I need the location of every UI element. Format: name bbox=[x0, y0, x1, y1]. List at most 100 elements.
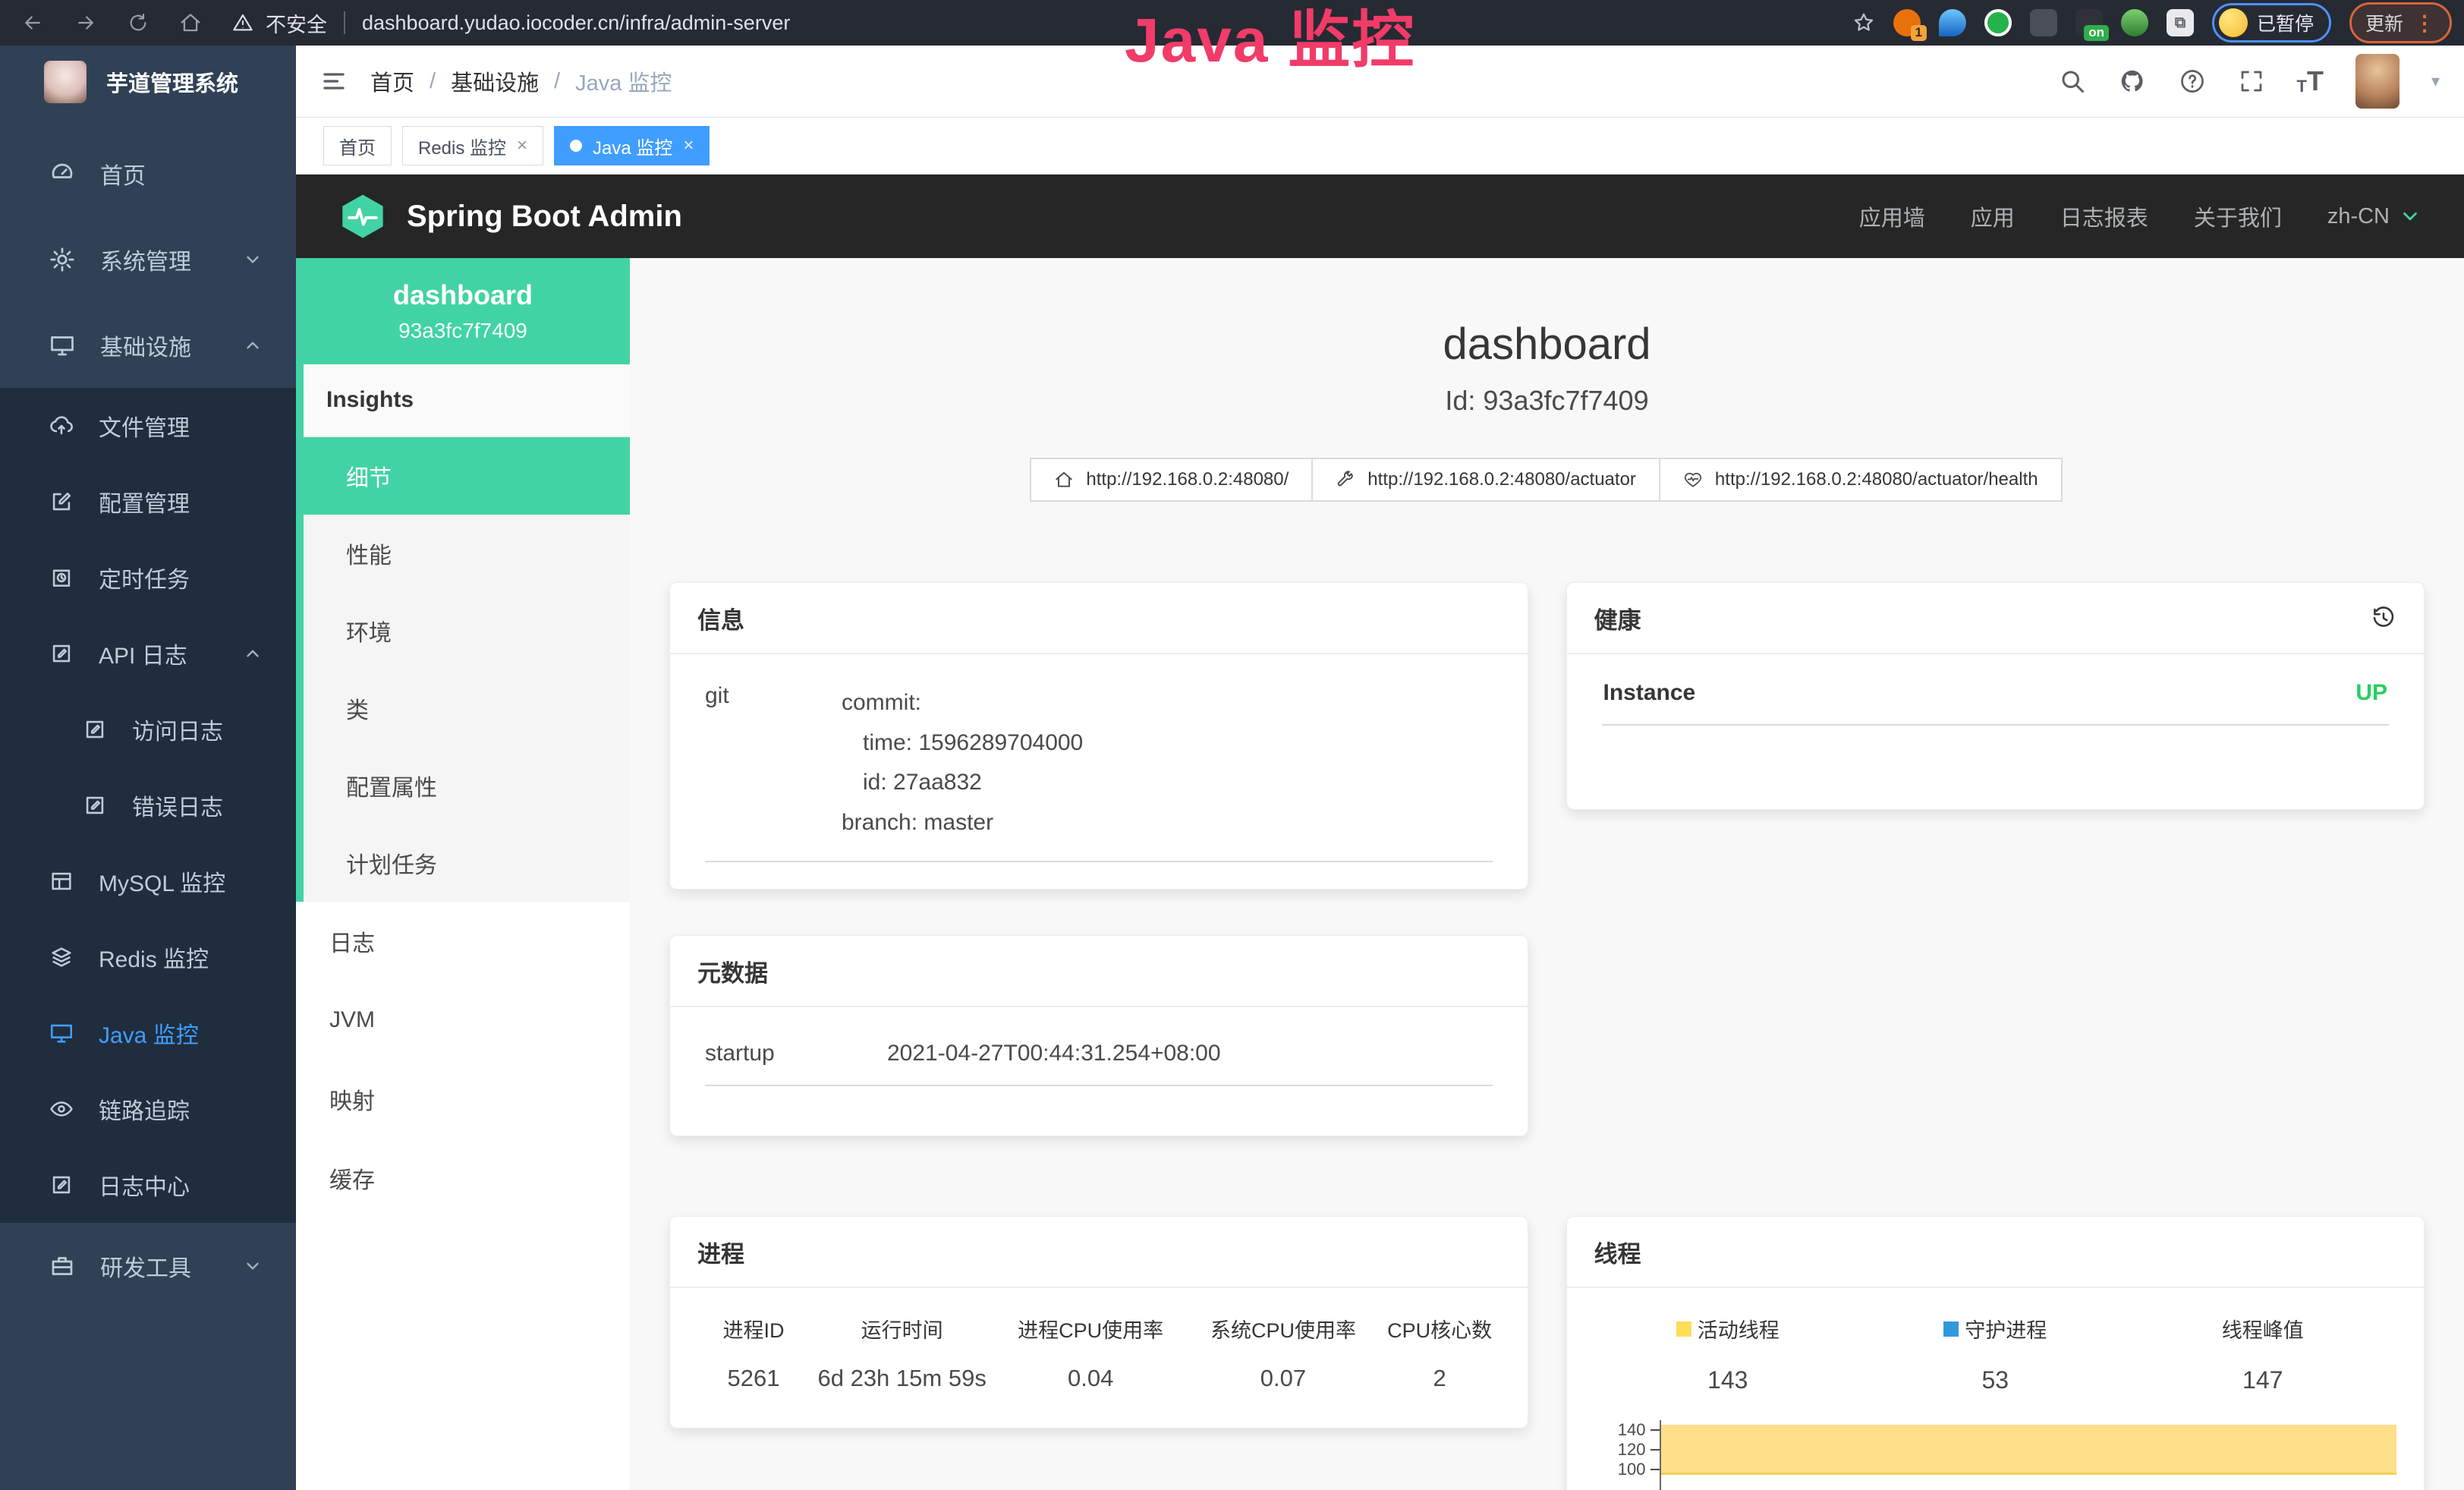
sba-locale-select[interactable]: zh-CN bbox=[2327, 204, 2422, 229]
legend-value: 147 bbox=[2129, 1366, 2397, 1394]
extension-icon-orange[interactable]: 1 bbox=[1893, 9, 1921, 36]
url-text: dashboard.yudao.iocoder.cn/infra/admin-s… bbox=[362, 11, 790, 35]
sidebar-item-label: 链路追踪 bbox=[99, 1092, 190, 1126]
browser-menu-icon[interactable]: ⋮ bbox=[2414, 11, 2436, 36]
back-icon[interactable] bbox=[21, 11, 44, 34]
sidebar-item-label: 首页 bbox=[100, 157, 146, 191]
cell-value: 0.04 bbox=[994, 1365, 1187, 1392]
sidebar-item-dev-tools[interactable]: 研发工具 bbox=[0, 1223, 296, 1309]
search-icon[interactable] bbox=[2059, 68, 2086, 95]
sba-instance-id: 93a3fc7f7409 bbox=[398, 319, 527, 343]
active-tag-dot bbox=[570, 140, 582, 152]
sidebar-item-system-management[interactable]: 系统管理 bbox=[0, 216, 296, 302]
close-icon[interactable]: × bbox=[683, 137, 694, 155]
chevron-up-icon bbox=[243, 335, 263, 355]
card-title: 信息 bbox=[697, 601, 744, 635]
extension-icon-leaf[interactable] bbox=[2121, 9, 2148, 36]
sba-menu-config-props[interactable]: 配置属性 bbox=[304, 747, 630, 824]
history-icon[interactable] bbox=[2371, 605, 2396, 631]
bookmark-star-icon[interactable] bbox=[1852, 11, 1875, 34]
update-chrome-button[interactable]: 更新 ⋮ bbox=[2349, 2, 2452, 43]
forward-icon[interactable] bbox=[74, 11, 97, 34]
fullscreen-icon[interactable] bbox=[2238, 68, 2265, 95]
git-commit-line: commit: bbox=[842, 683, 1493, 723]
sba-instance-header[interactable]: dashboard 93a3fc7f7409 bbox=[296, 258, 630, 364]
health-instance-row[interactable]: Instance UP bbox=[1594, 665, 2397, 706]
github-icon[interactable] bbox=[2118, 67, 2147, 96]
health-card: 健康 Instance UP bbox=[1566, 582, 2425, 810]
sba-nav-wallboard[interactable]: 应用墙 bbox=[1859, 200, 1925, 232]
info-key: git bbox=[705, 683, 842, 843]
column-header: CPU核心数 bbox=[1380, 1314, 1500, 1344]
sidebar-item-config-management[interactable]: 配置管理 bbox=[0, 464, 296, 540]
legend-label: 守护进程 bbox=[1965, 1314, 2047, 1344]
tags-view-bar: 首页 Redis 监控 × Java 监控 × bbox=[296, 118, 2464, 175]
hamburger-icon[interactable] bbox=[320, 68, 348, 95]
process-col-cpus: CPU核心数 2 bbox=[1380, 1314, 1500, 1392]
sba-insights-section: Insights 细节 性能 环境 类 配置属性 计划任务 bbox=[296, 364, 630, 902]
edit-icon bbox=[49, 489, 74, 515]
home-icon[interactable] bbox=[179, 11, 202, 34]
sba-menu-environment[interactable]: 环境 bbox=[304, 592, 630, 669]
divider bbox=[705, 1085, 1493, 1086]
user-avatar[interactable] bbox=[2355, 54, 2399, 109]
extension-icon-grid[interactable] bbox=[2030, 9, 2057, 36]
breadcrumb-home[interactable]: 首页 bbox=[370, 65, 414, 97]
sba-menu-metrics[interactable]: 性能 bbox=[304, 515, 630, 592]
help-icon[interactable] bbox=[2179, 68, 2206, 95]
avatar-caret-icon[interactable]: ▾ bbox=[2431, 71, 2440, 91]
tag-java-monitor[interactable]: Java 监控 × bbox=[554, 126, 710, 165]
actuator-url-button[interactable]: http://192.168.0.2:48080/actuator bbox=[1311, 458, 1660, 502]
tag-home[interactable]: 首页 bbox=[323, 126, 392, 165]
sidebar-item-api-logs[interactable]: API 日志 bbox=[0, 616, 296, 691]
breadcrumb-infrastructure[interactable]: 基础设施 bbox=[451, 65, 539, 97]
breadcrumb-separator: / bbox=[554, 69, 560, 94]
sba-menu-logs[interactable]: 日志 bbox=[296, 902, 630, 981]
extension-icon-pin[interactable] bbox=[1939, 9, 1966, 36]
sidebar-item-label: 定时任务 bbox=[99, 561, 190, 594]
sidebar-item-error-logs[interactable]: 错误日志 bbox=[0, 767, 296, 843]
sidebar-item-scheduled-tasks[interactable]: 定时任务 bbox=[0, 540, 296, 616]
sba-menu-jvm[interactable]: JVM bbox=[296, 981, 630, 1060]
threads-card-header: 线程 bbox=[1567, 1217, 2425, 1288]
tag-label: Redis 监控 bbox=[418, 133, 506, 159]
sba-menu-classes[interactable]: 类 bbox=[304, 669, 630, 747]
font-size-icon[interactable]: TT bbox=[2297, 68, 2324, 95]
sidebar-item-java-monitor[interactable]: Java 监控 bbox=[0, 995, 296, 1071]
sba-menu-mappings[interactable]: 映射 bbox=[296, 1060, 630, 1139]
metadata-value: 2021-04-27T00:44:31.254+08:00 bbox=[887, 1041, 1221, 1066]
y-tick-label: 140 bbox=[1618, 1420, 1646, 1440]
sba-menu-details[interactable]: 细节 bbox=[304, 437, 630, 515]
sidebar-item-mysql-monitor[interactable]: MySQL 监控 bbox=[0, 843, 296, 919]
sba-nav-journal[interactable]: 日志报表 bbox=[2060, 200, 2148, 232]
sba-menu-caches[interactable]: 缓存 bbox=[296, 1139, 630, 1218]
sidebar-item-tracing[interactable]: 链路追踪 bbox=[0, 1071, 296, 1147]
sba-nav-applications[interactable]: 应用 bbox=[1971, 200, 2015, 232]
tag-redis-monitor[interactable]: Redis 监控 × bbox=[402, 126, 543, 165]
reload-icon[interactable] bbox=[127, 12, 149, 33]
sidebar-item-access-logs[interactable]: 访问日志 bbox=[0, 691, 296, 767]
divider bbox=[705, 861, 1493, 862]
health-url-button[interactable]: http://192.168.0.2:48080/actuator/health bbox=[1659, 458, 2063, 502]
service-url-button[interactable]: http://192.168.0.2:48080/ bbox=[1030, 458, 1313, 502]
sidebar-item-home[interactable]: 首页 bbox=[0, 131, 296, 216]
sidebar-item-log-center[interactable]: 日志中心 bbox=[0, 1147, 296, 1223]
sba-brand[interactable]: Spring Boot Admin bbox=[407, 200, 682, 234]
app-logo-row[interactable]: 芋道管理系统 bbox=[0, 46, 296, 118]
paused-profile-chip[interactable]: 已暂停 bbox=[2212, 3, 2331, 43]
close-icon[interactable]: × bbox=[517, 137, 527, 155]
address-bar[interactable]: 不安全 dashboard.yudao.iocoder.cn/infra/adm… bbox=[232, 8, 790, 38]
sidebar-item-redis-monitor[interactable]: Redis 监控 bbox=[0, 919, 296, 995]
sidebar-item-infrastructure[interactable]: 基础设施 bbox=[0, 302, 296, 388]
sba-menu-scheduled-tasks[interactable]: 计划任务 bbox=[304, 824, 630, 902]
health-card-body: Instance UP bbox=[1567, 654, 2425, 726]
security-label: 不安全 bbox=[266, 8, 327, 38]
sba-nav-about[interactable]: 关于我们 bbox=[2194, 200, 2282, 232]
extension-icon-green-circle[interactable] bbox=[1984, 9, 2012, 36]
cell-value: 6d 23h 15m 59s bbox=[810, 1365, 994, 1392]
extension-icon-dark[interactable]: on bbox=[2075, 9, 2103, 36]
sidebar-item-file-management[interactable]: 文件管理 bbox=[0, 388, 296, 464]
extensions-puzzle-icon[interactable]: ⧉ bbox=[2167, 9, 2194, 36]
cell-value: 2 bbox=[1380, 1365, 1500, 1392]
sidebar-item-label: Java 监控 bbox=[99, 1016, 199, 1050]
